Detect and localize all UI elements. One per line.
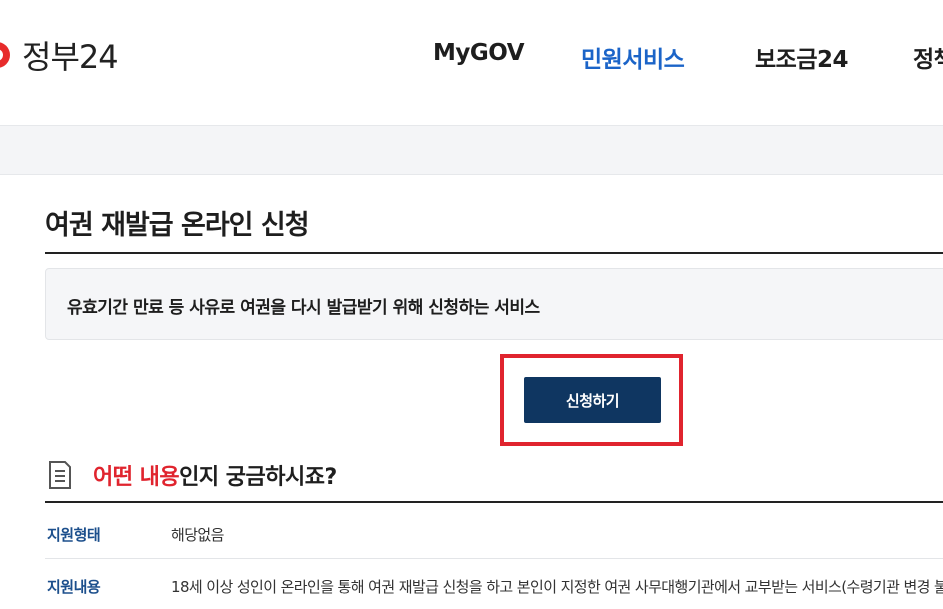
logo-mark-icon (0, 42, 10, 68)
nav-item-civil-services[interactable]: 민원서비스 (581, 40, 685, 74)
site-logo[interactable]: 정부24 (0, 34, 119, 76)
info-label: 지원형태 (47, 526, 101, 544)
nav-item-subsidy24[interactable]: 보조금24 (755, 40, 849, 74)
apply-button[interactable]: 신청하기 (524, 377, 661, 423)
logo-text: 정부24 (22, 38, 119, 76)
title-divider (45, 252, 943, 254)
breadcrumb-band (0, 125, 943, 175)
info-value: 18세 이상 성인이 온라인을 통해 여권 재발급 신청을 하고 본인이 지정한… (171, 578, 943, 596)
info-value: 해당없음 (171, 526, 224, 544)
nav-item-mygov[interactable]: MyGOV (433, 40, 525, 66)
service-summary-box: 유효기간 만료 등 사유로 여권을 다시 발급받기 위해 신청하는 서비스 (45, 268, 943, 340)
site-header: 정부24 MyGOV 민원서비스 보조금24 정책 (0, 0, 943, 125)
section-title: 어떤 내용인지 궁금하시죠? (93, 459, 337, 491)
service-summary-text: 유효기간 만료 등 사유로 여권을 다시 발급받기 위해 신청하는 서비스 (67, 298, 540, 318)
section-divider (45, 501, 943, 503)
section-title-rest: 인지 궁금하시죠? (179, 465, 337, 490)
page-title: 여권 재발급 온라인 신청 (45, 210, 310, 241)
row-divider (45, 558, 943, 559)
document-icon (49, 461, 71, 489)
nav-item-policy[interactable]: 정책 (913, 40, 943, 74)
info-label: 지원내용 (47, 578, 101, 596)
page: 정부24 MyGOV 민원서비스 보조금24 정책 여권 재발급 온라인 신청 … (0, 0, 943, 609)
section-header: 어떤 내용인지 궁금하시죠? (47, 458, 337, 492)
section-title-accent: 어떤 내용 (93, 465, 180, 490)
